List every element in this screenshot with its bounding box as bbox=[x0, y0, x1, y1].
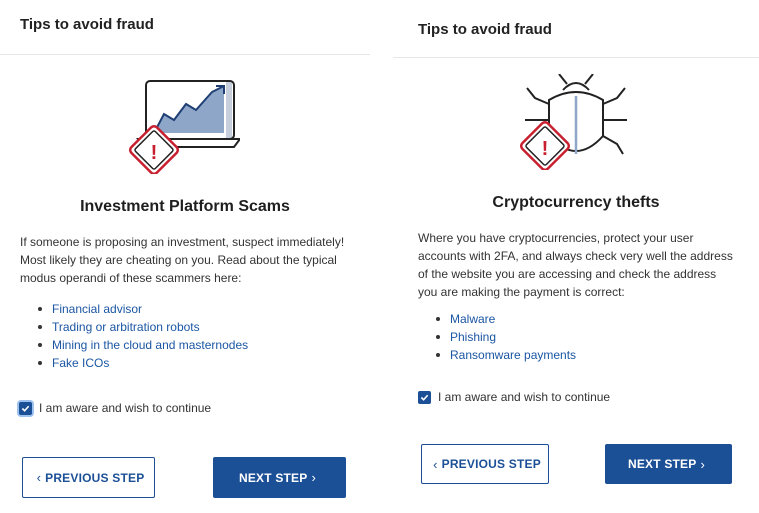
card-description: If someone is proposing an investment, s… bbox=[20, 235, 345, 285]
header-divider bbox=[393, 57, 759, 58]
chevron-right-icon: › bbox=[311, 470, 316, 485]
link-cloud-mining[interactable]: Mining in the cloud and masternodes bbox=[52, 338, 248, 352]
previous-step-label: PREVIOUS STEP bbox=[441, 457, 541, 471]
link-financial-advisor[interactable]: Financial advisor bbox=[52, 302, 142, 316]
chevron-left-icon: ‹ bbox=[433, 456, 438, 472]
previous-step-label: PREVIOUS STEP bbox=[45, 470, 145, 485]
fraud-tip-card-crypto: Tips to avoid fraud ! Cryptocurrency the… bbox=[393, 0, 759, 513]
aware-checkbox-label: I am aware and wish to continue bbox=[438, 390, 611, 404]
previous-step-button[interactable]: ‹ PREVIOUS STEP bbox=[421, 444, 549, 484]
checkmark-icon bbox=[420, 394, 429, 401]
list-item: Ransomware payments bbox=[436, 346, 576, 364]
list-item: Fake ICOs bbox=[38, 354, 248, 372]
list-item: Mining in the cloud and masternodes bbox=[38, 336, 248, 354]
checkmark-icon bbox=[21, 405, 30, 412]
aware-checkbox[interactable] bbox=[19, 401, 32, 415]
next-step-label: NEXT STEP bbox=[627, 457, 697, 471]
list-item: Phishing bbox=[436, 328, 576, 346]
bug-warning-icon: ! bbox=[519, 73, 633, 172]
svg-text:!: ! bbox=[151, 142, 158, 164]
link-fake-icos[interactable]: Fake ICOs bbox=[52, 356, 109, 370]
fraud-tip-card-investment: Tips to avoid fraud ! Investment Platfor… bbox=[0, 0, 370, 513]
aware-checkbox-label: I am aware and wish to continue bbox=[39, 401, 212, 415]
panel-header: Tips to avoid fraud bbox=[418, 21, 552, 38]
next-step-button[interactable]: NEXT STEP › bbox=[213, 457, 346, 498]
link-ransomware-payments[interactable]: Ransomware payments bbox=[450, 348, 576, 362]
link-malware[interactable]: Malware bbox=[450, 312, 495, 326]
link-phishing[interactable]: Phishing bbox=[450, 330, 496, 344]
next-step-label: NEXT STEP bbox=[238, 470, 308, 485]
header-divider bbox=[0, 54, 370, 55]
list-item: Malware bbox=[436, 310, 576, 328]
list-item: Trading or arbitration robots bbox=[38, 318, 248, 336]
aware-checkbox-row[interactable]: I am aware and wish to continue bbox=[418, 390, 610, 404]
card-title: Cryptocurrency thefts bbox=[492, 194, 660, 211]
chevron-left-icon: ‹ bbox=[36, 470, 42, 485]
link-trading-robots[interactable]: Trading or arbitration robots bbox=[52, 320, 200, 334]
card-title: Investment Platform Scams bbox=[80, 198, 290, 215]
previous-step-button[interactable]: ‹ PREVIOUS STEP bbox=[22, 457, 155, 498]
chevron-right-icon: › bbox=[700, 456, 705, 472]
next-step-button[interactable]: NEXT STEP › bbox=[605, 444, 732, 484]
list-item: Financial advisor bbox=[38, 300, 248, 318]
tips-link-list: Financial advisor Trading or arbitration… bbox=[38, 300, 248, 372]
aware-checkbox[interactable] bbox=[418, 390, 431, 404]
laptop-chart-warning-icon: ! bbox=[128, 78, 242, 176]
card-description: Where you have cryptocurrencies, protect… bbox=[418, 231, 733, 299]
panel-header: Tips to avoid fraud bbox=[20, 16, 154, 33]
svg-text:!: ! bbox=[542, 138, 549, 160]
tips-link-list: Malware Phishing Ransomware payments bbox=[436, 310, 576, 364]
aware-checkbox-row[interactable]: I am aware and wish to continue bbox=[19, 401, 211, 415]
